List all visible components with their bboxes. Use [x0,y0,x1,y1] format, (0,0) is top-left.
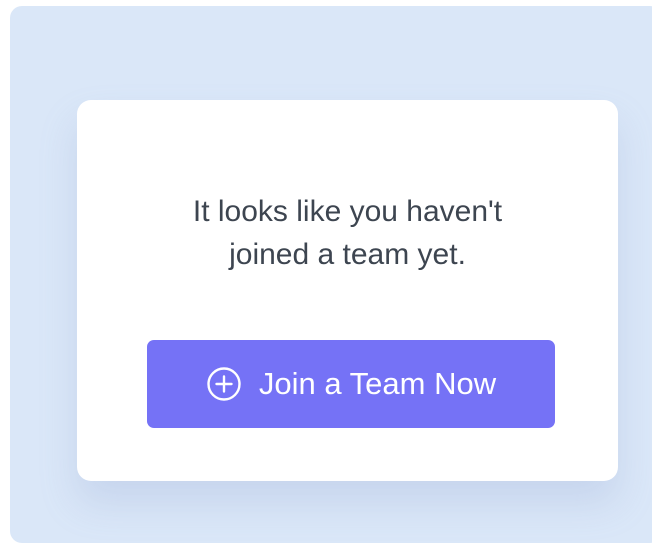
empty-state-message: It looks like you haven't joined a team … [77,190,618,276]
empty-state-message-line-1: It looks like you haven't [192,195,503,228]
plus-circle-icon [206,366,242,402]
background-panel: It looks like you haven't joined a team … [10,6,652,543]
join-team-button[interactable]: Join a Team Now [147,340,555,428]
join-team-button-label: Join a Team Now [258,366,497,401]
empty-state-message-line-2: joined a team yet. [229,238,466,271]
empty-state-card: It looks like you haven't joined a team … [77,100,618,481]
